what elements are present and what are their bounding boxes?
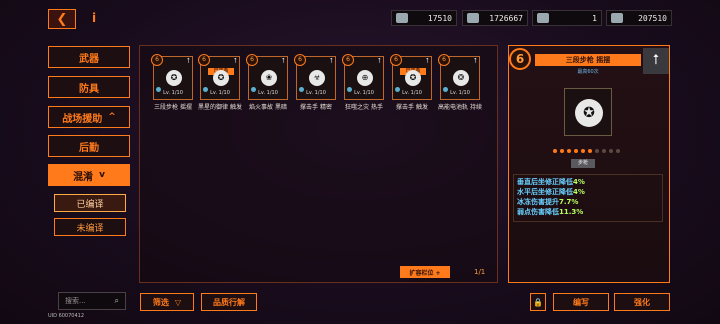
stat-line: 弱点伤害降低11.3% — [517, 208, 584, 216]
module-card[interactable]: 6⭡已装备✪Lv. 1/10 — [198, 54, 240, 100]
arrow-up-icon: ⭡ — [377, 57, 381, 65]
detail-panel: 6 三段步枪 摇摆 最高60次 ⭡ ✪ 步枪 垂直后坐修正降低4% 水平后坐修正… — [508, 45, 670, 283]
level-badge: 6 — [438, 54, 450, 66]
dot — [588, 149, 592, 153]
dot — [602, 149, 606, 153]
emblem-frame: ✪ — [564, 88, 612, 136]
sidebar-item-logistics[interactable]: 后勤 — [48, 135, 130, 157]
arrow-up-icon[interactable]: ⭡ — [643, 48, 669, 74]
module-card[interactable]: 6 ⭡ ❀ Lv. 1/10 — [246, 54, 288, 100]
info-icon[interactable]: i — [92, 11, 96, 25]
emblem-icon: ❀ — [261, 70, 277, 86]
chevron-down-icon: v — [99, 170, 105, 180]
level-text: Lv. 1/10 — [306, 90, 326, 96]
level-badge: 6 — [151, 54, 163, 66]
arrow-up-icon: ⭡ — [425, 57, 429, 65]
enhance-button[interactable]: 强化 — [614, 293, 670, 311]
inventory-panel: 6⭡✪Lv. 1/10三段步枪 摇摆6⭡已装备✪Lv. 1/10黑星的御律 触发… — [139, 45, 498, 283]
search-icon: ⌕ — [114, 296, 119, 305]
detail-title: 三段步枪 摇摆 — [535, 54, 641, 66]
compile-button[interactable]: 编写 — [553, 293, 609, 311]
level-badge: 6 — [342, 54, 354, 66]
module-name: 撑击手 触发 — [396, 104, 428, 111]
currency-gem: 207510 — [606, 10, 672, 26]
dot — [609, 149, 613, 153]
dot — [595, 149, 599, 153]
level-badge: 6 — [198, 54, 210, 66]
stat-line: 垂直后坐修正降低4% — [517, 178, 585, 186]
sub-item-uncompiled[interactable]: 未编译 — [54, 218, 126, 236]
level-badge: 6 — [246, 54, 258, 66]
emblem-icon: ☣ — [309, 70, 325, 86]
expand-slots-button[interactable]: 扩容栏位 + — [400, 266, 450, 278]
sidebar-item-obfuscation[interactable]: 混淆 v — [48, 164, 130, 186]
emblem-icon: ✪ — [575, 99, 603, 127]
module-name: 三段步枪 摇摆 — [154, 104, 192, 111]
sub-item-compiled[interactable]: 已编译 — [54, 194, 126, 212]
currency-bullet: 1 — [532, 10, 602, 26]
page-indicator: 1/1 — [474, 268, 486, 276]
level-badge: 6 — [390, 54, 402, 66]
sidebar-item-weapons[interactable]: 武器 — [48, 46, 130, 68]
arrow-up-icon: ⭡ — [281, 57, 285, 65]
module-name: 焰火事故 黑暗 — [249, 104, 287, 111]
lock-button[interactable]: 🔒 — [530, 293, 546, 311]
ticket-icon — [467, 13, 479, 23]
level-text: Lv. 1/10 — [210, 90, 230, 96]
module-name: 高能电池轨 持续 — [438, 104, 482, 111]
module-card[interactable]: 6 ⭡ ☣ Lv. 1/10 — [294, 54, 336, 100]
emblem-icon: ✪ — [166, 70, 182, 86]
currency-ticket: 1726667 — [462, 10, 528, 26]
level-text: Lv. 1/10 — [450, 90, 470, 96]
uid-label: UID 60070412 — [48, 313, 85, 319]
filter-icon: ▽ — [174, 297, 182, 307]
emblem-icon: ⊕ — [357, 70, 373, 86]
emblem-icon: ✪ — [405, 70, 421, 86]
arrow-up-icon: ⭡ — [329, 57, 333, 65]
back-button[interactable]: ❮ — [48, 9, 76, 29]
dot — [560, 149, 564, 153]
chevron-up-icon: ^ — [108, 112, 116, 122]
stat-line: 冰冻伤害提升7.7% — [517, 198, 579, 206]
emblem-icon: ❂ — [453, 70, 469, 86]
level-text: Lv. 1/10 — [258, 90, 278, 96]
detail-subtitle: 最高60次 — [577, 69, 599, 75]
sort-button[interactable]: 品质行解 — [201, 293, 257, 311]
level-text: Lv. 1/10 — [163, 90, 183, 96]
level-badge: 6 — [509, 48, 531, 70]
emblem-icon: ✪ — [213, 70, 229, 86]
level-text: Lv. 1/10 — [402, 90, 422, 96]
stat-line: 水平后坐修正降低4% — [517, 188, 585, 196]
back-arrow-icon: ❮ — [56, 11, 68, 27]
arrow-up-icon: ⭡ — [233, 57, 237, 65]
search-input[interactable]: 搜索... ⌕ — [58, 292, 126, 310]
dot — [574, 149, 578, 153]
currency-cube: 17510 — [391, 10, 457, 26]
sidebar-item-battle-support[interactable]: 战场援助 ^ — [48, 106, 130, 128]
gem-icon — [611, 13, 623, 23]
bullet-icon — [537, 13, 549, 23]
dot — [553, 149, 557, 153]
stats-list: 垂直后坐修正降低4% 水平后坐修正降低4% 冰冻伤害提升7.7% 弱点伤害降低1… — [517, 177, 659, 217]
module-card[interactable]: 6 ⭡ ❂ Lv. 1/10 — [438, 54, 480, 100]
module-card[interactable]: 6⭡已装备✪Lv. 1/10 — [390, 54, 432, 100]
sidebar-item-armor[interactable]: 防具 — [48, 76, 130, 98]
cube-icon — [396, 13, 408, 23]
filter-button[interactable]: 筛选 ▽ — [140, 293, 194, 311]
module-name: 黑星的御律 触发 — [198, 104, 242, 111]
module-name: 撑击手 精密 — [300, 104, 332, 111]
dot — [616, 149, 620, 153]
dot — [581, 149, 585, 153]
module-name: 狂嗤之灾 热手 — [345, 104, 383, 111]
level-badge: 6 — [294, 54, 306, 66]
lock-icon: 🔒 — [533, 297, 543, 307]
type-badge: 步枪 — [571, 159, 595, 168]
level-text: Lv. 1/10 — [354, 90, 374, 96]
module-card[interactable]: 6 ⭡ ✪ Lv. 1/10 — [151, 54, 193, 100]
module-card[interactable]: 6 ⭡ ⊕ Lv. 1/10 — [342, 54, 384, 100]
pagination-dots — [553, 149, 620, 153]
dot — [567, 149, 571, 153]
arrow-up-icon: ⭡ — [473, 57, 477, 65]
arrow-up-icon: ⭡ — [186, 57, 190, 65]
